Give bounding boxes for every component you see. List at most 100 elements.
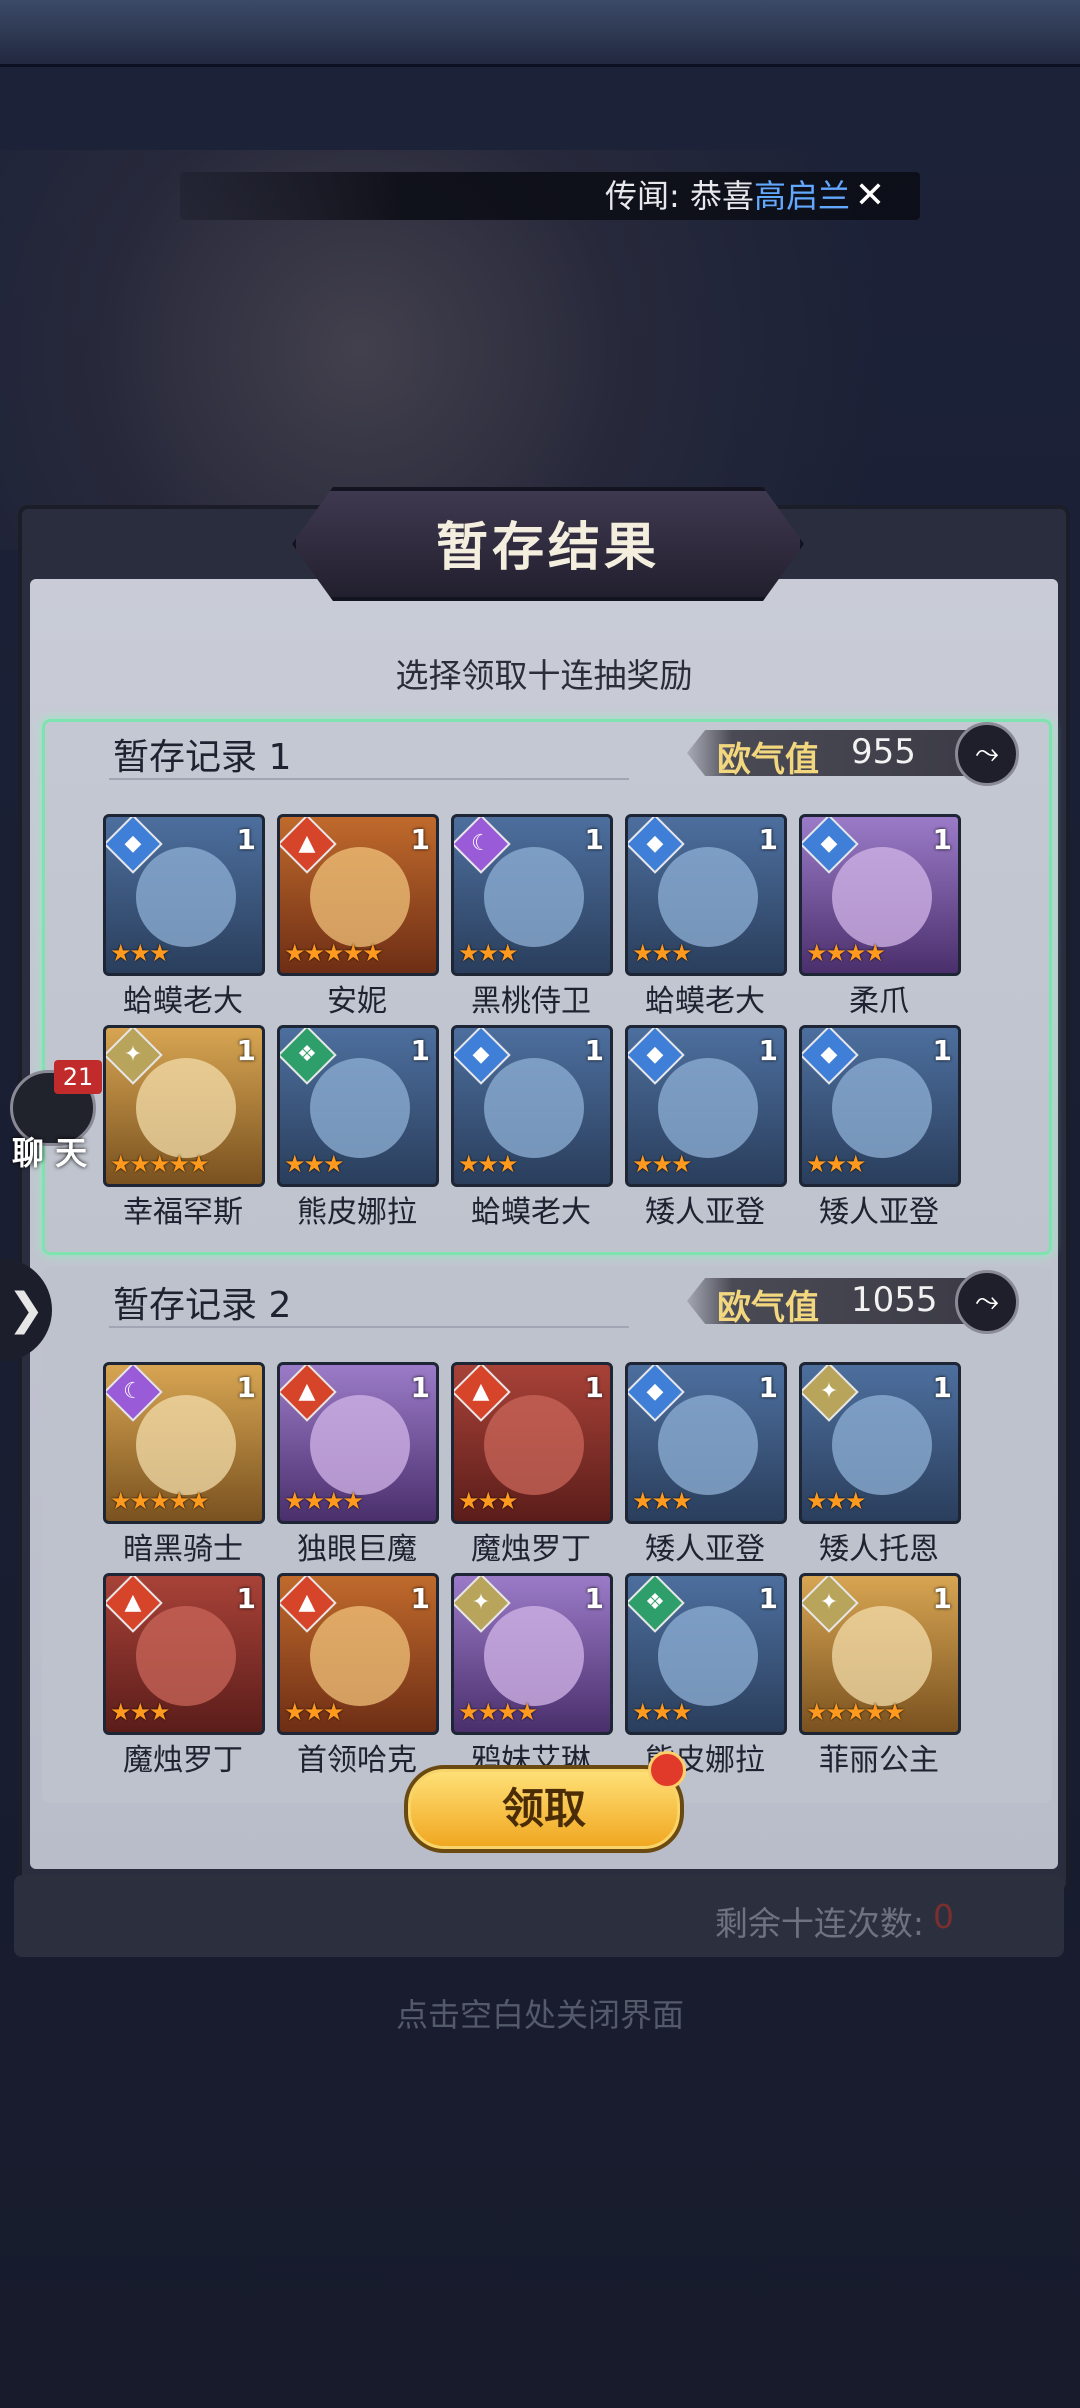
hero-card[interactable]: ✦ 1 ★★★★★ 幸福罕斯 xyxy=(103,1025,265,1230)
hero-stars: ★★★ xyxy=(632,939,693,967)
hero-name: 魔烛罗丁 xyxy=(471,1532,591,1567)
dialog-subtitle: 选择领取十连抽奖励 xyxy=(395,656,693,695)
claim-button[interactable]: 领取 xyxy=(404,1751,686,1853)
hero-card[interactable]: ◆ 1 ★★★ 蛤蟆老大 xyxy=(103,814,265,1019)
hero-card[interactable]: ◆ 1 ★★★ 矮人亚登 xyxy=(625,1025,787,1230)
hero-card[interactable]: ▲ 1 ★★★ 魔烛罗丁 xyxy=(103,1573,265,1778)
ticker-prefix: 传闻: 恭喜 xyxy=(605,177,754,215)
hero-level: 1 xyxy=(410,1582,430,1615)
hero-name: 安妮 xyxy=(327,984,387,1019)
share-icon[interactable]: ⤳ xyxy=(955,722,1019,786)
hero-card[interactable]: ❖ 1 ★★★ 熊皮娜拉 xyxy=(277,1025,439,1230)
hero-card[interactable]: ◆ 1 ★★★ 蛤蟆老大 xyxy=(625,814,787,1019)
hero-level: 1 xyxy=(932,1582,952,1615)
hero-card[interactable]: ◆ 1 ★★★ 蛤蟆老大 xyxy=(451,1025,613,1230)
news-ticker: 传闻: 恭喜高启兰 ✕ xyxy=(180,172,920,220)
hero-level: 1 xyxy=(584,1582,604,1615)
hero-portrait: ◆ 1 ★★★ xyxy=(451,1025,613,1187)
chat-label: 聊 天 xyxy=(12,1134,88,1172)
hero-name: 菲丽公主 xyxy=(819,1743,939,1778)
hero-level: 1 xyxy=(410,823,430,856)
hero-portrait: ▲ 1 ★★★★ xyxy=(277,1362,439,1524)
hero-portrait: ◆ 1 ★★★ xyxy=(625,1362,787,1524)
ticker-text: 传闻: 恭喜高启兰 xyxy=(605,172,850,220)
hero-card[interactable]: ❖ 1 ★★★ 熊皮娜拉 xyxy=(625,1573,787,1778)
hero-portrait: ◆ 1 ★★★ xyxy=(625,1025,787,1187)
hero-card[interactable]: ◆ 1 ★★★ 矮人亚登 xyxy=(799,1025,961,1230)
hero-card[interactable]: ▲ 1 ★★★★ 独眼巨魔 xyxy=(277,1362,439,1567)
hero-name: 黑桃侍卫 xyxy=(471,984,591,1019)
hero-portrait: ✦ 1 ★★★★★ xyxy=(799,1573,961,1735)
claim-label: 领取 xyxy=(501,1784,586,1833)
hero-level: 1 xyxy=(236,1582,256,1615)
hero-stars: ★★★★★ xyxy=(110,1487,210,1515)
hero-level: 1 xyxy=(236,1371,256,1404)
record-1[interactable]: 暂存记录 1 欧气值 955 ⤳ ◆ 1 ★★★ 蛤蟆老大 ▲ 1 ★★★★★ 安妮 ☾ 1 ★★★ 黑桃侍卫… xyxy=(42,719,1052,1255)
hero-name: 蛤蟆老大 xyxy=(123,984,243,1019)
hero-name: 蛤蟆老大 xyxy=(471,1195,591,1230)
record-title: 暂存记录 1 xyxy=(113,737,292,778)
hero-level: 1 xyxy=(584,823,604,856)
hero-card[interactable]: ◆ 1 ★★★★ 柔爪 xyxy=(799,814,961,1019)
hero-level: 1 xyxy=(410,1371,430,1404)
hero-name: 蛤蟆老大 xyxy=(645,984,765,1019)
hero-level: 1 xyxy=(932,1034,952,1067)
ticker-name: 高启兰 xyxy=(753,177,850,215)
dialog-title: 暂存结果 xyxy=(435,518,660,578)
hero-card[interactable]: ☾ 1 ★★★ 黑桃侍卫 xyxy=(451,814,613,1019)
hero-portrait: ▲ 1 ★★★★★ xyxy=(277,814,439,976)
hero-name: 魔烛罗丁 xyxy=(123,1743,243,1778)
hero-card[interactable]: ▲ 1 ★★★★★ 安妮 xyxy=(277,814,439,1019)
record-2[interactable]: 暂存记录 2 欧气值 1055 ⤳ ☾ 1 ★★★★★ 暗黑骑士 ▲ 1 ★★★★ 独眼巨魔 ▲ 1 ★★★… xyxy=(42,1267,1052,1803)
hero-card[interactable]: ✦ 1 ★★★★ 鸦妹艾琳 xyxy=(451,1573,613,1778)
hero-level: 1 xyxy=(758,1034,778,1067)
hero-portrait: ✦ 1 ★★★ xyxy=(799,1362,961,1524)
hero-portrait: ☾ 1 ★★★ xyxy=(451,814,613,976)
hero-stars: ★★★ xyxy=(458,1487,519,1515)
hero-stars: ★★★ xyxy=(458,1150,519,1178)
hero-stars: ★★★ xyxy=(632,1487,693,1515)
hero-stars: ★★★ xyxy=(284,1150,345,1178)
hero-level: 1 xyxy=(758,823,778,856)
record-title: 暂存记录 2 xyxy=(113,1285,292,1326)
dialog-header: 暂存结果 xyxy=(292,487,804,601)
hero-stars: ★★★★★ xyxy=(806,1698,906,1726)
share-icon[interactable]: ⤳ xyxy=(955,1270,1019,1334)
chat-unread-badge: 21 xyxy=(54,1060,102,1094)
hero-portrait: ◆ 1 ★★★ xyxy=(625,814,787,976)
hero-card[interactable]: ☾ 1 ★★★★★ 暗黑骑士 xyxy=(103,1362,265,1567)
hero-portrait: ☾ 1 ★★★★★ xyxy=(103,1362,265,1524)
luck-value-panel: 欧气值 1055 ⤳ xyxy=(673,1270,1033,1334)
hero-card[interactable]: ✦ 1 ★★★ 矮人托恩 xyxy=(799,1362,961,1567)
hero-name: 幸福罕斯 xyxy=(123,1195,243,1230)
hero-level: 1 xyxy=(932,823,952,856)
luck-label: 欧气值 xyxy=(717,1288,819,1328)
hero-card[interactable]: ▲ 1 ★★★ 首领哈克 xyxy=(277,1573,439,1778)
hero-stars: ★★★★ xyxy=(806,939,886,967)
hero-stars: ★★★ xyxy=(284,1698,345,1726)
hero-portrait: ▲ 1 ★★★ xyxy=(277,1573,439,1735)
luck-label: 欧气值 xyxy=(717,740,819,780)
hero-portrait: ❖ 1 ★★★ xyxy=(277,1025,439,1187)
hero-portrait: ✦ 1 ★★★★★ xyxy=(103,1025,265,1187)
record-divider xyxy=(109,1326,629,1328)
hero-stars: ★★★ xyxy=(110,939,171,967)
hero-portrait: ◆ 1 ★★★★ xyxy=(799,814,961,976)
ticker-close-icon[interactable]: ✕ xyxy=(850,176,890,216)
hero-stars: ★★★★★ xyxy=(110,1150,210,1178)
hero-stars: ★★★ xyxy=(806,1150,867,1178)
hero-stars: ★★★ xyxy=(806,1487,867,1515)
top-banner xyxy=(0,0,1080,67)
luck-value: 955 xyxy=(851,732,916,772)
hero-name: 矮人亚登 xyxy=(645,1532,765,1567)
hero-stars: ★★★★★ xyxy=(284,939,384,967)
close-hint: 点击空白处关闭界面 xyxy=(395,1996,684,2034)
hero-level: 1 xyxy=(584,1371,604,1404)
hero-card[interactable]: ◆ 1 ★★★ 矮人亚登 xyxy=(625,1362,787,1567)
hero-card[interactable]: ✦ 1 ★★★★★ 菲丽公主 xyxy=(799,1573,961,1778)
hero-portrait: ❖ 1 ★★★ xyxy=(625,1573,787,1735)
hero-card[interactable]: ▲ 1 ★★★ 魔烛罗丁 xyxy=(451,1362,613,1567)
chat-button[interactable]: 21 聊 天 xyxy=(10,1060,102,1172)
hero-stars: ★★★★ xyxy=(458,1698,538,1726)
temp-results-dialog: 选择领取十连抽奖励 暂存记录 1 欧气值 955 ⤳ ◆ 1 ★★★ 蛤蟆老大 ▲ 1 ★★★★★ 安… xyxy=(18,487,1070,1893)
